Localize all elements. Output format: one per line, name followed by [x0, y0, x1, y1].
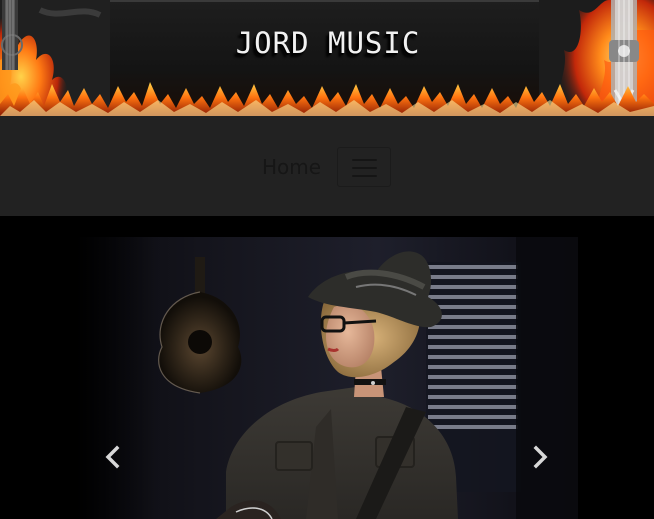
site-title: JORD MUSIC — [235, 26, 421, 60]
chevron-left-icon — [105, 445, 120, 469]
site-banner: JORD MUSIC — [0, 0, 654, 116]
hero-carousel — [0, 216, 654, 519]
main-navbar: Home — [0, 116, 654, 216]
nav-link-home[interactable]: Home — [262, 155, 321, 179]
chevron-right-icon — [533, 445, 548, 469]
carousel-prev-button[interactable] — [100, 444, 126, 470]
page: JORD MUSIC Home — [0, 0, 654, 519]
carousel-slide-image — [76, 237, 578, 519]
hamburger-menu-icon — [352, 159, 377, 161]
carousel-next-button[interactable] — [527, 444, 553, 470]
flames-decoration — [0, 82, 654, 116]
navbar-toggle-button[interactable] — [337, 147, 391, 187]
